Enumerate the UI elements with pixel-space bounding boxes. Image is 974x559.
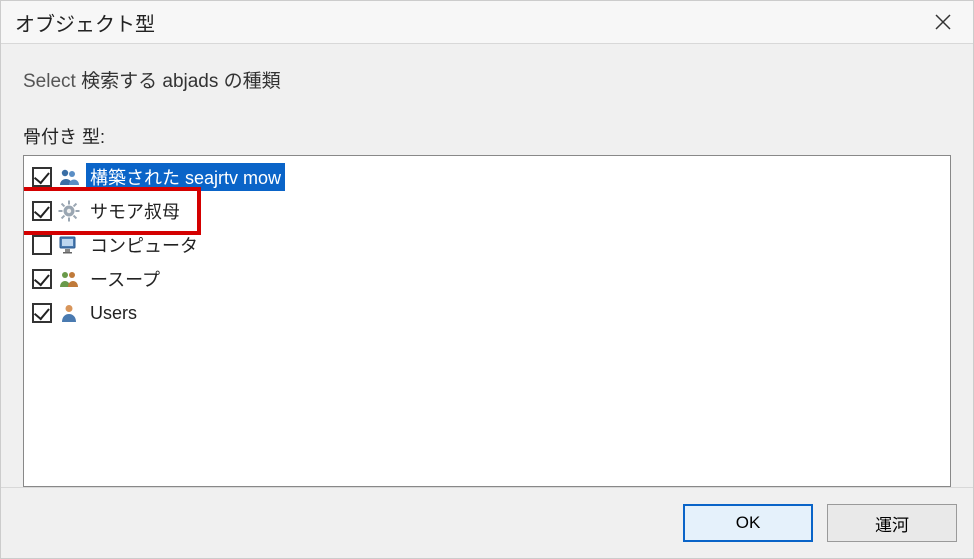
close-icon xyxy=(935,14,951,30)
item-label: コンピュータ xyxy=(86,231,202,259)
item-checkbox[interactable] xyxy=(32,167,52,187)
list-item[interactable]: サモア叔母 xyxy=(26,194,948,228)
close-button[interactable] xyxy=(923,7,963,37)
list-label: 骨付き 型: xyxy=(23,123,951,149)
item-icon xyxy=(57,233,81,257)
instruction-prefix: Select xyxy=(23,71,81,92)
item-checkbox[interactable] xyxy=(32,201,52,221)
titlebar: オブジェクト型 xyxy=(1,1,973,44)
dialog-title: オブジェクト型 xyxy=(15,8,155,37)
item-icon xyxy=(57,267,81,291)
item-label: 構築された seajrtv mow xyxy=(86,163,285,191)
instruction-rest: 検索する abjads の種類 xyxy=(81,71,281,92)
list-item[interactable]: コンピュータ xyxy=(26,228,948,262)
list-item[interactable]: ースープ xyxy=(26,262,948,296)
cancel-button[interactable]: 運河 xyxy=(827,504,957,542)
object-type-list[interactable]: 構築された seajrtv mow サモア叔母コンピュータースープ Users xyxy=(23,155,951,487)
computer-icon xyxy=(57,233,81,257)
item-icon xyxy=(57,165,81,189)
item-icon xyxy=(57,301,81,325)
gear-icon xyxy=(57,199,81,223)
button-row: OK 運河 xyxy=(1,487,973,558)
list-item[interactable]: Users xyxy=(26,296,948,330)
item-icon xyxy=(57,199,81,223)
people-group-icon xyxy=(57,165,81,189)
list-item[interactable]: 構築された seajrtv mow xyxy=(26,160,948,194)
item-label: サモア叔母 xyxy=(86,197,184,225)
person-icon xyxy=(57,301,81,325)
item-checkbox[interactable] xyxy=(32,269,52,289)
people-pair-icon xyxy=(57,267,81,291)
item-checkbox[interactable] xyxy=(32,303,52,323)
item-label: Users xyxy=(86,302,141,325)
object-types-dialog: オブジェクト型 Select 検索する abjads の種類 骨付き 型: 構築… xyxy=(0,0,974,559)
instruction-text: Select 検索する abjads の種類 xyxy=(23,66,951,93)
item-checkbox[interactable] xyxy=(32,235,52,255)
dialog-content: Select 検索する abjads の種類 骨付き 型: 構築された seaj… xyxy=(1,44,973,487)
item-label: ースープ xyxy=(86,265,164,293)
ok-button[interactable]: OK xyxy=(683,504,813,542)
